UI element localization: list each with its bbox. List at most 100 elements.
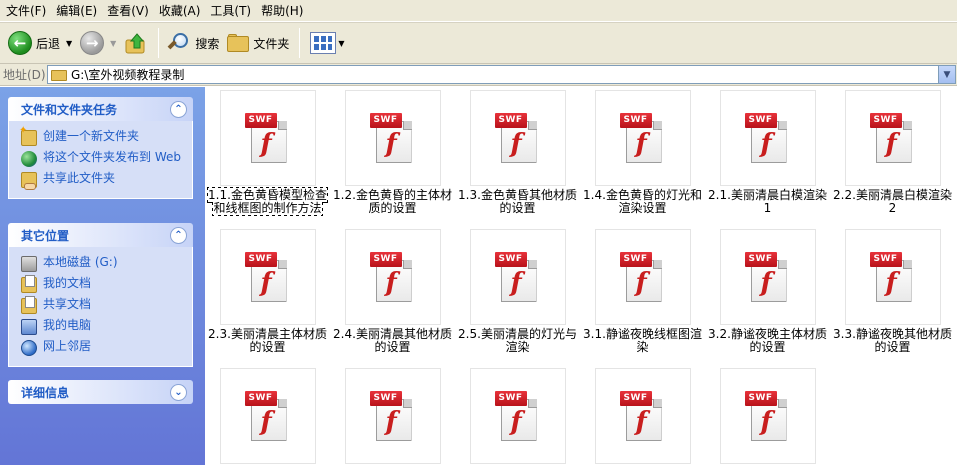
menu-file[interactable]: 文件(F) <box>4 1 54 21</box>
file-item[interactable]: SWF f 1.2.金色黄昏的主体材质的设置 <box>330 90 455 215</box>
place-label[interactable]: 我的文档 <box>43 276 91 290</box>
file-item[interactable]: SWF f 3.2.静谧夜晚主体材质的设置 <box>705 229 830 354</box>
file-thumbnail[interactable]: SWF f <box>344 229 441 325</box>
expand-down-icon[interactable]: ⌄ <box>170 383 187 401</box>
folders-button[interactable]: 文件夹 <box>223 26 293 60</box>
details-panel-header[interactable]: 详细信息 ⌄ <box>8 380 193 404</box>
forward-button[interactable]: → ▼ <box>76 26 120 60</box>
file-thumbnail[interactable]: SWF f <box>219 90 316 186</box>
place-label[interactable]: 共享文档 <box>43 297 91 311</box>
file-item[interactable]: SWF f <box>580 368 705 465</box>
place-my-computer[interactable]: 我的电脑 <box>21 318 186 335</box>
place-my-documents[interactable]: 我的文档 <box>21 275 186 293</box>
file-name[interactable]: 2.2.美丽清晨白模渲染2 <box>830 189 955 215</box>
address-input[interactable]: G:\室外视频教程录制 ▼ <box>47 65 956 84</box>
file-item[interactable]: SWF f <box>205 368 330 465</box>
file-thumbnail[interactable]: SWF f <box>219 368 316 464</box>
swf-file-icon: SWF f <box>619 391 666 441</box>
place-shared-documents[interactable]: 共享文档 <box>21 296 186 314</box>
task-label[interactable]: 共享此文件夹 <box>43 171 115 185</box>
file-thumbnail[interactable]: SWF f <box>719 90 816 186</box>
file-name[interactable]: 3.1.静谧夜晚线框图渲染 <box>580 328 705 354</box>
file-item[interactable]: SWF f 2.2.美丽清晨白模渲染2 <box>830 90 955 215</box>
file-thumbnail[interactable]: SWF f <box>344 368 441 464</box>
file-thumbnail[interactable]: SWF f <box>594 368 691 464</box>
file-thumbnail[interactable]: SWF f <box>844 90 941 186</box>
place-network[interactable]: 网上邻居 <box>21 339 186 356</box>
menu-view[interactable]: 查看(V) <box>105 1 157 21</box>
menu-edit[interactable]: 编辑(E) <box>54 1 105 21</box>
file-thumbnail[interactable]: SWF f <box>844 229 941 325</box>
task-label[interactable]: 将这个文件夹发布到 Web <box>43 150 181 164</box>
file-name[interactable]: 3.3.静谧夜晚其他材质的设置 <box>830 328 955 354</box>
new-folder-icon <box>19 125 37 146</box>
swf-file-icon: SWF f <box>369 113 416 163</box>
up-folder-button[interactable] <box>120 26 152 60</box>
file-name[interactable]: 1.1.金色黄昏模型检查和线框图的制作方法 <box>205 187 330 216</box>
file-name[interactable]: 1.3.金色黄昏其他材质的设置 <box>455 189 580 215</box>
file-item[interactable]: SWF f <box>455 368 580 465</box>
flash-glyph: f <box>385 268 397 298</box>
tasks-panel-header[interactable]: 文件和文件夹任务 ⌃ <box>8 97 193 121</box>
task-new-folder[interactable]: 创建一个新文件夹 <box>19 125 186 146</box>
file-thumbnail[interactable]: SWF f <box>469 90 566 186</box>
task-publish-web[interactable]: 将这个文件夹发布到 Web <box>21 150 186 167</box>
file-item[interactable]: SWF f 1.4.金色黄昏的灯光和渲染设置 <box>580 90 705 215</box>
place-label[interactable]: 我的电脑 <box>43 318 91 332</box>
file-item[interactable]: SWF f 3.1.静谧夜晚线框图渲染 <box>580 229 705 354</box>
place-label[interactable]: 网上邻居 <box>43 339 91 353</box>
file-thumbnail[interactable]: SWF f <box>719 229 816 325</box>
file-item[interactable]: SWF f 2.4.美丽清晨其他材质的设置 <box>330 229 455 354</box>
place-label[interactable]: 本地磁盘 (G:) <box>43 255 118 269</box>
swf-file-icon: SWF f <box>744 252 791 302</box>
file-list-view[interactable]: SWF f 1.1.金色黄昏模型检查和线框图的制作方法 SWF f 1.2.金色黄昏的主体… <box>205 87 957 465</box>
file-item[interactable]: SWF f <box>330 368 455 465</box>
file-thumbnail[interactable]: SWF f <box>594 90 691 186</box>
swf-file-icon: SWF f <box>369 391 416 441</box>
file-name[interactable]: 2.5.美丽清晨的灯光与渲染 <box>455 328 580 354</box>
back-dropdown-icon[interactable]: ▼ <box>66 39 72 48</box>
task-label[interactable]: 创建一个新文件夹 <box>43 129 139 143</box>
file-thumbnail[interactable]: SWF f <box>219 229 316 325</box>
file-name[interactable]: 3.2.静谧夜晚主体材质的设置 <box>705 328 830 354</box>
forward-dropdown-icon[interactable]: ▼ <box>110 39 116 48</box>
file-name[interactable]: 2.3.美丽清晨主体材质的设置 <box>205 328 330 354</box>
collapse-up-icon[interactable]: ⌃ <box>170 100 187 118</box>
file-name[interactable]: 1.4.金色黄昏的灯光和渲染设置 <box>580 189 705 215</box>
place-local-disk[interactable]: 本地磁盘 (G:) <box>21 255 186 272</box>
file-thumbnail[interactable]: SWF f <box>719 368 816 464</box>
places-panel-header[interactable]: 其它位置 ⌃ <box>8 223 193 247</box>
flash-glyph: f <box>635 129 647 159</box>
file-item[interactable]: SWF f 1.1.金色黄昏模型检查和线框图的制作方法 <box>205 90 330 216</box>
menu-tools[interactable]: 工具(T) <box>208 1 259 21</box>
file-item[interactable]: SWF f <box>705 368 830 465</box>
file-name[interactable]: 2.1.美丽清晨白模渲染1 <box>705 189 830 215</box>
file-item[interactable]: SWF f 2.5.美丽清晨的灯光与渲染 <box>455 229 580 354</box>
file-thumbnail[interactable]: SWF f <box>344 90 441 186</box>
collapse-up-icon[interactable]: ⌃ <box>170 226 187 244</box>
swf-file-icon: SWF f <box>244 391 291 441</box>
my-documents-icon <box>21 275 37 293</box>
toolbar-separator <box>158 28 160 58</box>
task-share-folder[interactable]: 共享此文件夹 <box>21 171 186 190</box>
file-item[interactable]: SWF f 1.3.金色黄昏其他材质的设置 <box>455 90 580 215</box>
file-name[interactable]: 2.4.美丽清晨其他材质的设置 <box>330 328 455 354</box>
disk-icon <box>21 256 37 272</box>
menu-favorites[interactable]: 收藏(A) <box>157 1 209 21</box>
swf-file-icon: SWF f <box>619 252 666 302</box>
file-item[interactable]: SWF f 2.1.美丽清晨白模渲染1 <box>705 90 830 215</box>
views-button[interactable]: ▼ <box>306 26 348 60</box>
swf-badge: SWF <box>244 391 277 406</box>
file-item[interactable]: SWF f 3.3.静谧夜晚其他材质的设置 <box>830 229 955 354</box>
address-dropdown-icon[interactable]: ▼ <box>938 66 955 83</box>
flash-glyph: f <box>385 129 397 159</box>
file-thumbnail[interactable]: SWF f <box>469 229 566 325</box>
views-dropdown-icon[interactable]: ▼ <box>338 39 344 48</box>
file-thumbnail[interactable]: SWF f <box>469 368 566 464</box>
file-item[interactable]: SWF f 2.3.美丽清晨主体材质的设置 <box>205 229 330 354</box>
menu-help[interactable]: 帮助(H) <box>259 1 311 21</box>
search-button[interactable]: 搜索 <box>165 26 223 60</box>
back-button[interactable]: ← 后退 ▼ <box>4 26 76 60</box>
file-name[interactable]: 1.2.金色黄昏的主体材质的设置 <box>330 189 455 215</box>
file-thumbnail[interactable]: SWF f <box>594 229 691 325</box>
